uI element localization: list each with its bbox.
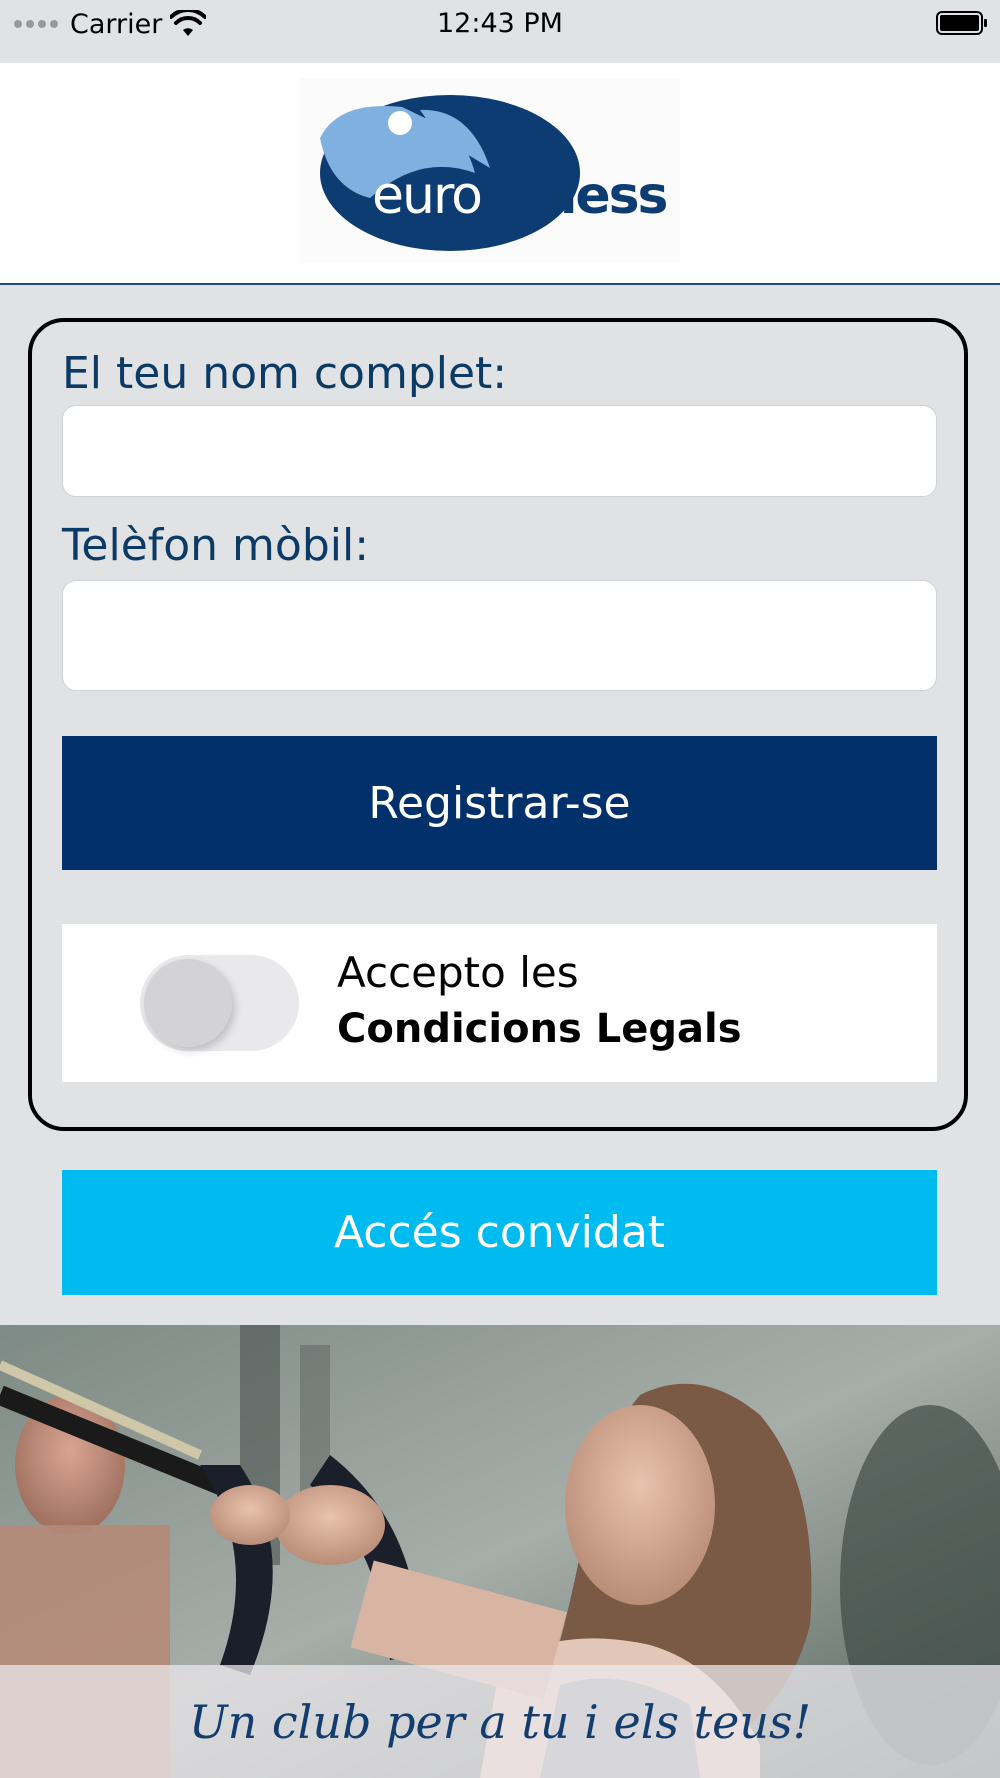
status-time: 12:43 PM xyxy=(437,8,563,39)
mobile-phone-input[interactable] xyxy=(62,580,937,691)
terms-toggle[interactable] xyxy=(140,955,299,1051)
register-button[interactable]: Registrar-se xyxy=(62,736,937,870)
toggle-knob xyxy=(144,959,232,1047)
tagline-text: Un club per a tu i els teus! xyxy=(188,1694,812,1749)
full-name-input[interactable] xyxy=(62,405,937,497)
banner-photo: Un club per a tu i els teus! xyxy=(0,1325,1000,1778)
logo-wordmark: eurofitness xyxy=(372,166,668,226)
tagline-bar: Un club per a tu i els teus! xyxy=(0,1665,1000,1778)
terms-text-line1: Accepto les xyxy=(337,948,579,997)
eurofitness-logo: eurofitness xyxy=(300,78,680,263)
phone-label: Telèfon mòbil: xyxy=(62,520,370,571)
status-bar: Carrier 12:43 PM xyxy=(0,0,1000,63)
terms-row: Accepto les Condicions Legals xyxy=(62,924,937,1082)
guest-access-button[interactable]: Accés convidat xyxy=(62,1170,937,1295)
legal-conditions-link[interactable]: Condicions Legals xyxy=(337,1006,742,1052)
battery-icon xyxy=(936,11,987,35)
app-header: eurofitness xyxy=(0,63,1000,285)
name-label: El teu nom complet: xyxy=(62,348,508,399)
